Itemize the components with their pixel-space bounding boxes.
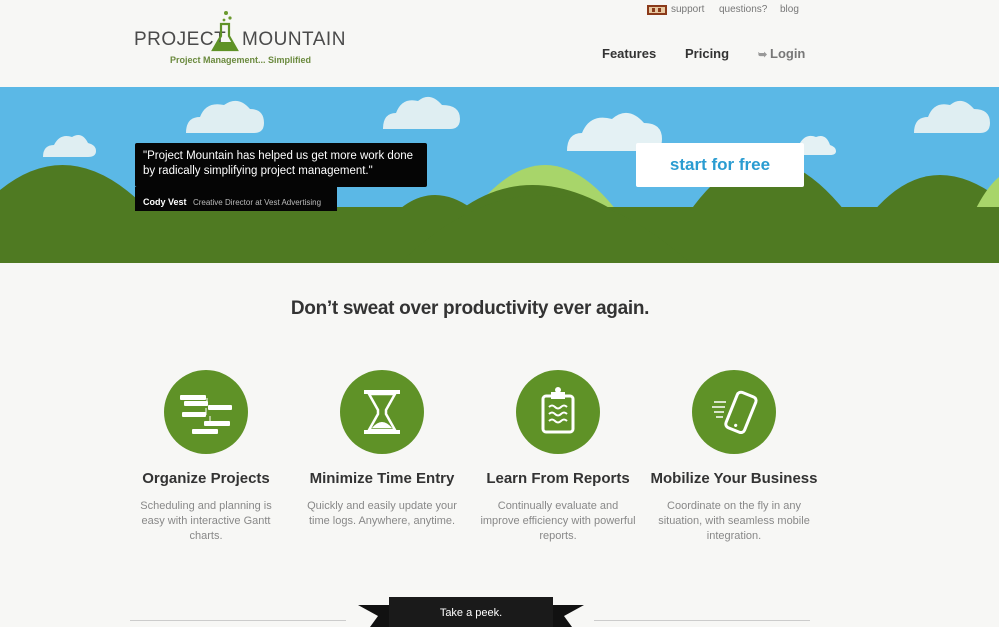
blog-link[interactable]: blog	[780, 4, 799, 15]
top-links: support questions? blog	[647, 4, 799, 18]
divider-left	[130, 620, 346, 621]
flask-icon	[211, 11, 239, 52]
nav-login-label: Login	[770, 46, 806, 61]
feature-title: Mobilize Your Business	[650, 470, 818, 487]
feature-icon-circle	[340, 370, 424, 454]
support-icon	[647, 5, 667, 15]
testimonial-attribution: Cody Vest Creative Director at Vest Adve…	[135, 187, 337, 211]
start-for-free-button[interactable]: start for free	[636, 143, 804, 187]
support-link[interactable]: support	[671, 4, 704, 15]
feature-icon-circle	[692, 370, 776, 454]
feature-description: Continually evaluate and improve efficie…	[480, 500, 636, 542]
site-header: PROJECT MOUNTAIN Project Management... S…	[0, 0, 999, 87]
clipboard-icon	[541, 387, 575, 434]
nav-login[interactable]: ➥ Login	[758, 46, 805, 61]
testimonial-quote: "Project Mountain has helped us get more…	[135, 143, 427, 187]
feature-icon-circle	[164, 370, 248, 454]
feature-description: Scheduling and planning is easy with int…	[140, 500, 272, 542]
login-arrow-icon: ➥	[758, 49, 768, 61]
divider-right	[594, 620, 810, 621]
feature-mobilize-your-business: Mobilize Your Business Coordinate on the…	[646, 370, 822, 544]
feature-title: Organize Projects	[142, 470, 270, 487]
take-a-peek-button[interactable]: Take a peek.	[389, 607, 553, 619]
feature-icon-circle	[516, 370, 600, 454]
feature-title: Minimize Time Entry	[309, 470, 455, 487]
questions-link[interactable]: questions?	[719, 4, 767, 15]
feature-description: Quickly and easily update your time logs…	[307, 500, 457, 527]
nav-features[interactable]: Features	[602, 46, 656, 61]
logo-word-mountain: MOUNTAIN	[242, 29, 346, 50]
testimonial-author: Cody Vest	[143, 197, 187, 207]
logo[interactable]: PROJECT MOUNTAIN Project Management... S…	[134, 10, 345, 70]
logo-tagline: Project Management... Simplified	[170, 55, 312, 65]
nav-pricing[interactable]: Pricing	[685, 46, 729, 61]
feature-description: Coordinate on the fly in any situation, …	[658, 500, 810, 542]
feature-title: Learn From Reports	[486, 470, 630, 487]
feature-learn-from-reports: Learn From Reports Continually evaluate …	[470, 370, 646, 544]
gantt-icon	[180, 395, 232, 434]
testimonial-text: "Project Mountain has helped us get more…	[143, 150, 414, 177]
feature-organize-projects: Organize Projects Scheduling and plannin…	[118, 370, 294, 544]
page-tagline: Don’t sweat over productivity ever again…	[290, 298, 650, 319]
hourglass-icon	[364, 390, 400, 434]
phone-icon	[712, 390, 758, 435]
feature-minimize-time-entry: Minimize Time Entry Quickly and easily u…	[294, 370, 470, 529]
testimonial-role: Creative Director at Vest Advertising	[192, 198, 322, 207]
